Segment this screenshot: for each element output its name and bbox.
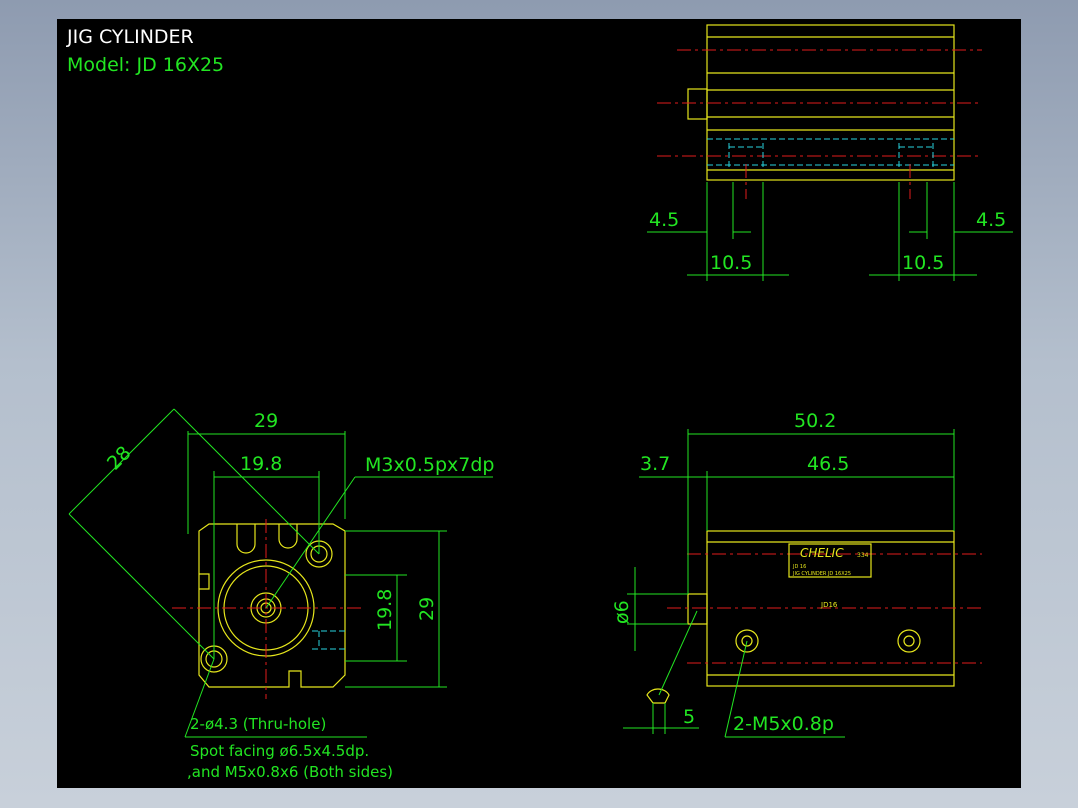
model-mark: JD16 (820, 601, 838, 609)
dim-top-right-4-5: 4.5 (976, 209, 1006, 231)
dim-top-right-10-5: 10.5 (902, 252, 944, 274)
nameplate-brand: CHELIC (800, 546, 844, 560)
note-port: 2-M5x0.8p (733, 713, 834, 735)
dim-side-5: 5 (683, 706, 695, 728)
front-view: 29 19.8 28 M3x0.5px7dp 19.8 29 2-ø4.3 (T… (68, 408, 494, 781)
dim-top-left-4-5: 4.5 (649, 209, 679, 231)
nameplate-line2: JIG CYLINDER JD 16X25 (792, 571, 851, 577)
dim-front-29: 29 (254, 410, 278, 432)
nameplate-suffix: 334 (857, 552, 869, 559)
nameplate-line1: JD 16 (792, 564, 806, 570)
note-thread: M3x0.5px7dp (365, 454, 494, 476)
dim-front-19-8: 19.8 (240, 453, 282, 475)
dim-top-left-10-5: 10.5 (710, 252, 752, 274)
dim-front-vert-29: 29 (416, 597, 438, 621)
top-view-rod (687, 88, 708, 120)
dim-side-3-7: 3.7 (640, 453, 670, 475)
cad-drawing: JIG CYLINDER Model: JD 16X25 4.5 10.5 4.… (66, 24, 1013, 781)
title-line2: Model: JD 16X25 (67, 54, 224, 76)
top-view: 4.5 10.5 4.5 10.5 (647, 24, 1013, 281)
dim-side-port-dia: ø6 (611, 600, 633, 624)
side-view: CHELIC 334 JD 16 JIG CYLINDER JD 16X25 J… (611, 410, 982, 738)
dim-front-28: 28 (103, 442, 136, 475)
title-line1: JIG CYLINDER (66, 26, 194, 48)
note-hole-line1: 2-ø4.3 (Thru-hole) (190, 715, 326, 733)
drawing-canvas: JIG CYLINDER Model: JD 16X25 4.5 10.5 4.… (57, 19, 1021, 788)
side-view-rod (687, 593, 708, 625)
note-hole-line3: ,and M5x0.8x6 (Both sides) (187, 763, 393, 781)
dim-side-50-2: 50.2 (794, 410, 836, 432)
dim-front-vert-19-8: 19.8 (374, 589, 396, 631)
dim-side-46-5: 46.5 (807, 453, 849, 475)
note-hole-line2: Spot facing ø6.5x4.5dp. (190, 742, 369, 760)
